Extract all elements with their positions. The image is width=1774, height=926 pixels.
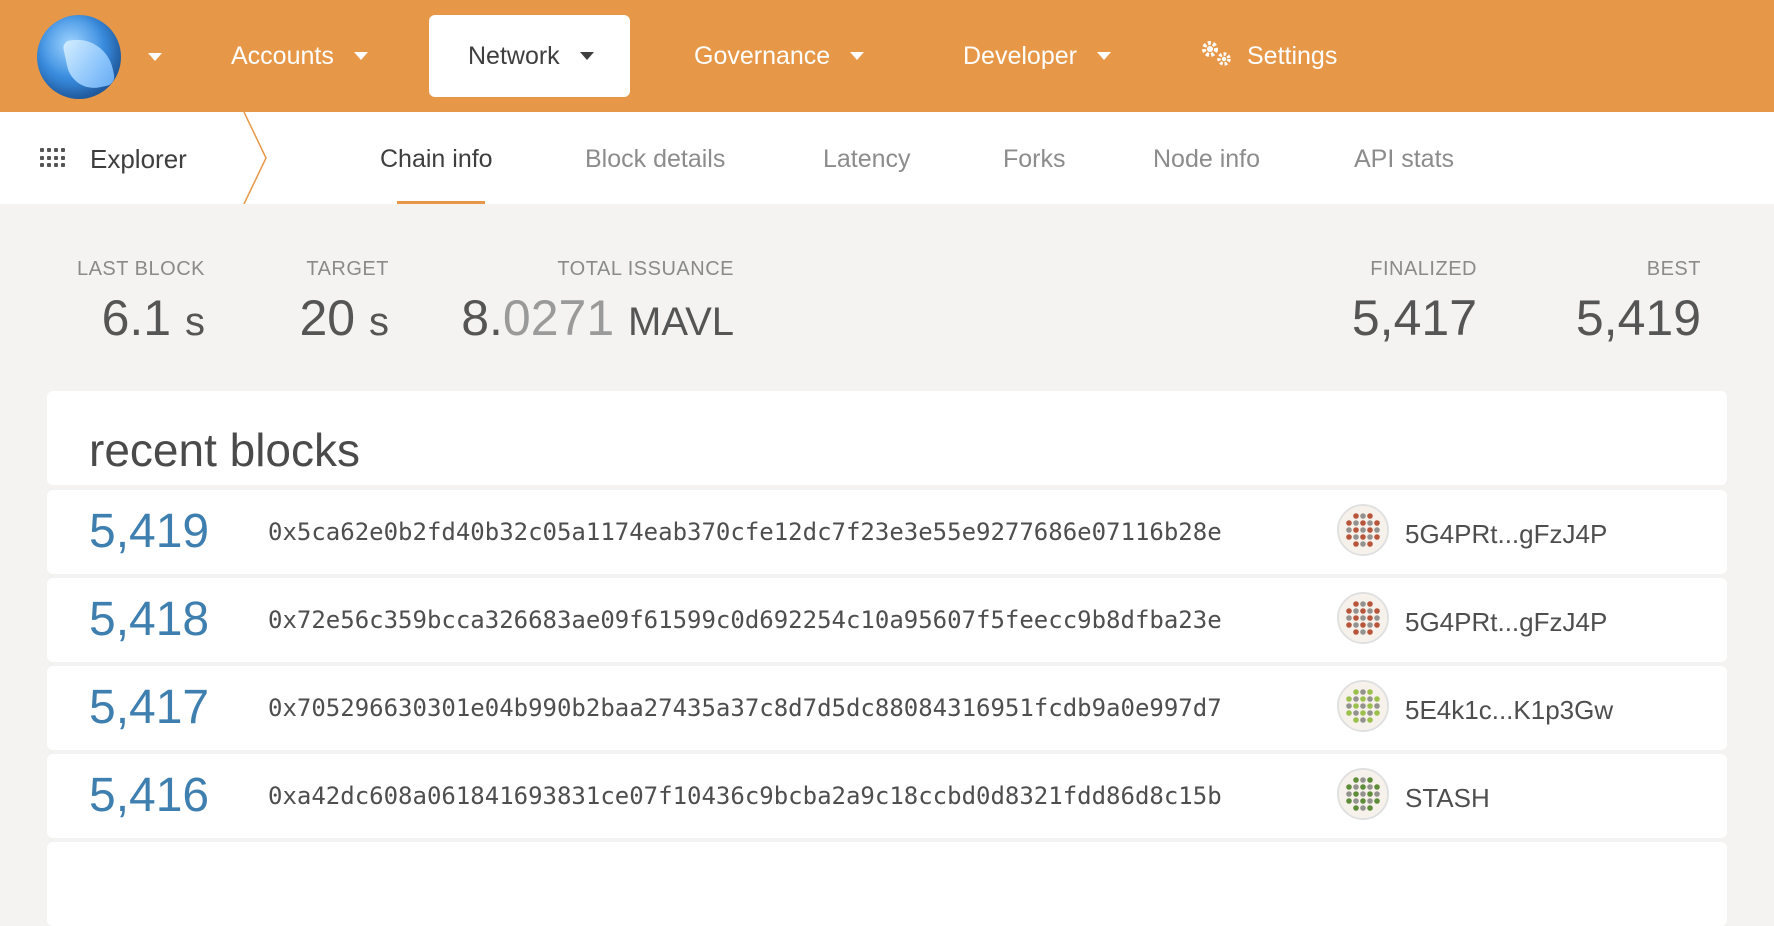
chevron-down-icon bbox=[579, 52, 594, 60]
app-logo[interactable] bbox=[37, 15, 121, 99]
nav-governance[interactable]: Governance bbox=[694, 15, 865, 97]
block-hash: 0x705296630301e04b990b2baa27435a37c8d7d5… bbox=[268, 694, 1222, 722]
author-identicon[interactable] bbox=[1337, 680, 1389, 732]
table-row: 5,416 0xa42dc608a061841693831ce07f10436c… bbox=[47, 754, 1727, 838]
tab-node-info[interactable]: Node info bbox=[1153, 145, 1260, 174]
table-row: 5,418 0x72e56c359bcca326683ae09f61599c0d… bbox=[47, 578, 1727, 662]
author-identicon[interactable] bbox=[1337, 768, 1389, 820]
block-number-link[interactable]: 5,419 bbox=[89, 504, 209, 559]
stat-number-frac: 0271 bbox=[502, 290, 615, 346]
block-hash: 0xa42dc608a061841693831ce07f10436c9bcba2… bbox=[268, 782, 1222, 810]
nav-network-label: Network bbox=[468, 41, 560, 70]
tab-block-details[interactable]: Block details bbox=[585, 145, 725, 174]
nav-network[interactable]: Network bbox=[429, 15, 630, 97]
stat-label: TOTAL ISSUANCE bbox=[557, 258, 734, 280]
stat-value: 5,419 bbox=[1575, 290, 1701, 346]
stat-value: 5,417 bbox=[1351, 290, 1477, 346]
author-address[interactable]: 5G4PRt...gFzJ4P bbox=[1405, 607, 1607, 638]
stat-value: 20 s bbox=[299, 289, 389, 347]
stat-finalized: FINALIZED 5,417 bbox=[1352, 258, 1477, 347]
nav-settings[interactable]: Settings bbox=[1199, 15, 1337, 97]
breadcrumb-separator-icon bbox=[243, 112, 267, 204]
table-row bbox=[47, 842, 1727, 926]
tab-chain-info[interactable]: Chain info bbox=[380, 145, 493, 174]
chevron-down-icon bbox=[850, 52, 865, 60]
tab-api-stats[interactable]: API stats bbox=[1354, 145, 1454, 174]
author-address[interactable]: 5G4PRt...gFzJ4P bbox=[1405, 519, 1607, 550]
nav-developer-label: Developer bbox=[963, 41, 1077, 70]
stat-unit: s bbox=[369, 300, 389, 344]
author-identicon[interactable] bbox=[1337, 504, 1389, 556]
stat-unit: s bbox=[185, 300, 205, 344]
block-hash: 0x72e56c359bcca326683ae09f61599c0d692254… bbox=[268, 606, 1222, 634]
stat-label: FINALIZED bbox=[1370, 258, 1477, 280]
nav-accounts[interactable]: Accounts bbox=[231, 15, 368, 97]
block-number-link[interactable]: 5,416 bbox=[89, 768, 209, 823]
stat-number: 6.1 bbox=[101, 290, 172, 346]
chevron-down-icon bbox=[353, 52, 368, 60]
recent-blocks-title: recent blocks bbox=[89, 424, 361, 476]
tab-forks[interactable]: Forks bbox=[1003, 145, 1066, 174]
gears-icon bbox=[1199, 38, 1233, 75]
chevron-down-icon bbox=[1096, 52, 1111, 60]
apps-grid-icon[interactable] bbox=[40, 148, 65, 168]
section-title: Explorer bbox=[90, 144, 187, 174]
block-number-link[interactable]: 5,417 bbox=[89, 680, 209, 735]
nav-accounts-label: Accounts bbox=[231, 41, 334, 70]
stat-total-issuance: TOTAL ISSUANCE 8.0271 MAVL bbox=[461, 258, 734, 347]
author-address[interactable]: STASH bbox=[1405, 783, 1490, 814]
tab-latency[interactable]: Latency bbox=[823, 145, 911, 174]
chain-selector-chevron-down-icon[interactable] bbox=[148, 53, 162, 61]
recent-blocks-header: recent blocks bbox=[47, 391, 1727, 485]
author-address[interactable]: 5E4k1c...K1p3Gw bbox=[1405, 695, 1613, 726]
stat-best: BEST 5,419 bbox=[1576, 258, 1701, 347]
table-row: 5,417 0x705296630301e04b990b2baa27435a37… bbox=[47, 666, 1727, 750]
nav-settings-label: Settings bbox=[1247, 41, 1338, 70]
stat-label: TARGET bbox=[306, 258, 389, 280]
stat-last-block: LAST BLOCK 6.1 s bbox=[77, 258, 205, 347]
active-tab-indicator bbox=[397, 201, 485, 204]
stat-label: BEST bbox=[1646, 258, 1701, 280]
stat-number-int: 8. bbox=[461, 290, 503, 346]
nav-developer[interactable]: Developer bbox=[963, 15, 1111, 97]
nav-governance-label: Governance bbox=[694, 41, 831, 70]
stat-unit: MAVL bbox=[628, 300, 734, 344]
stat-label: LAST BLOCK bbox=[76, 258, 205, 280]
block-hash: 0x5ca62e0b2fd40b32c05a1174eab370cfe12dc7… bbox=[268, 518, 1222, 546]
stat-target: TARGET 20 s bbox=[299, 258, 389, 347]
author-identicon[interactable] bbox=[1337, 592, 1389, 644]
stat-value: 8.0271 MAVL bbox=[461, 289, 734, 347]
stat-number: 20 bbox=[299, 290, 356, 346]
top-navigation-bar: Accounts Network Governance Developer Se… bbox=[0, 0, 1774, 112]
stat-value: 6.1 s bbox=[77, 289, 205, 347]
table-row: 5,419 0x5ca62e0b2fd40b32c05a1174eab370cf… bbox=[47, 490, 1727, 574]
block-number-link[interactable]: 5,418 bbox=[89, 592, 209, 647]
